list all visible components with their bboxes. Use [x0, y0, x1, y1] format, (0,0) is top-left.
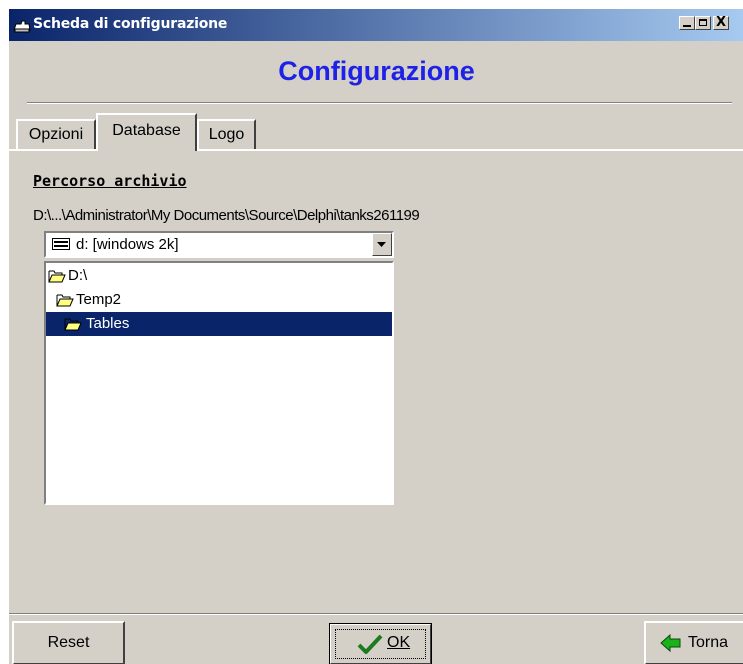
- reset-button-label: Reset: [47, 634, 90, 651]
- header-divider: [27, 102, 732, 104]
- folder-tree[interactable]: D:\ Temp2 Tables: [44, 261, 394, 505]
- maximize-button[interactable]: [695, 16, 711, 30]
- window-title: Scheda di configurazione: [33, 16, 228, 32]
- tree-item-label: Temp2: [76, 291, 122, 308]
- ok-button-label: OK: [387, 634, 411, 651]
- footer-divider: [9, 613, 743, 615]
- checkmark-icon: [357, 634, 383, 654]
- drive-combo-value: d: [windows 2k]: [76, 236, 179, 253]
- tab-opzioni[interactable]: Opzioni: [16, 119, 96, 150]
- drive-icon: [52, 238, 70, 250]
- page-title: Configurazione: [278, 56, 475, 86]
- ok-button[interactable]: OK: [329, 623, 432, 664]
- open-folder-icon: [64, 318, 82, 331]
- tab-label: Logo: [208, 126, 245, 143]
- section-label: Percorso archivio: [33, 172, 187, 190]
- tree-item-tables[interactable]: Tables: [46, 312, 392, 336]
- open-folder-icon: [48, 270, 66, 283]
- tab-database[interactable]: Database: [96, 113, 197, 151]
- tab-logo[interactable]: Logo: [197, 119, 256, 150]
- reset-button[interactable]: Reset: [12, 621, 125, 664]
- tab-label: Database: [112, 122, 181, 139]
- tree-item-label: Tables: [86, 315, 130, 332]
- torna-button-label: Torna: [688, 634, 729, 651]
- open-folder-icon: [56, 294, 74, 307]
- close-icon: X: [716, 15, 727, 30]
- tree-item-label: D:\: [68, 267, 88, 284]
- minimize-icon: [683, 25, 691, 27]
- maximize-icon: [699, 19, 707, 26]
- drive-combo[interactable]: d: [windows 2k]: [44, 231, 394, 258]
- current-path: D:\...\Administrator\My Documents\Source…: [33, 207, 420, 224]
- combo-dropdown-button[interactable]: [372, 233, 392, 256]
- chevron-down-icon: [377, 242, 386, 247]
- torna-button[interactable]: Torna: [644, 621, 743, 664]
- close-button[interactable]: X: [713, 15, 729, 30]
- arrow-left-icon: [660, 633, 681, 653]
- tree-item-temp2[interactable]: Temp2: [46, 288, 392, 312]
- title-bar[interactable]: Scheda di configurazione X: [9, 9, 743, 41]
- app-icon: [13, 20, 31, 33]
- config-window: Scheda di configurazione X Configurazion…: [8, 8, 743, 664]
- tree-item-d-root[interactable]: D:\: [46, 264, 392, 288]
- minimize-button[interactable]: [679, 16, 695, 30]
- tab-label: Opzioni: [28, 126, 84, 143]
